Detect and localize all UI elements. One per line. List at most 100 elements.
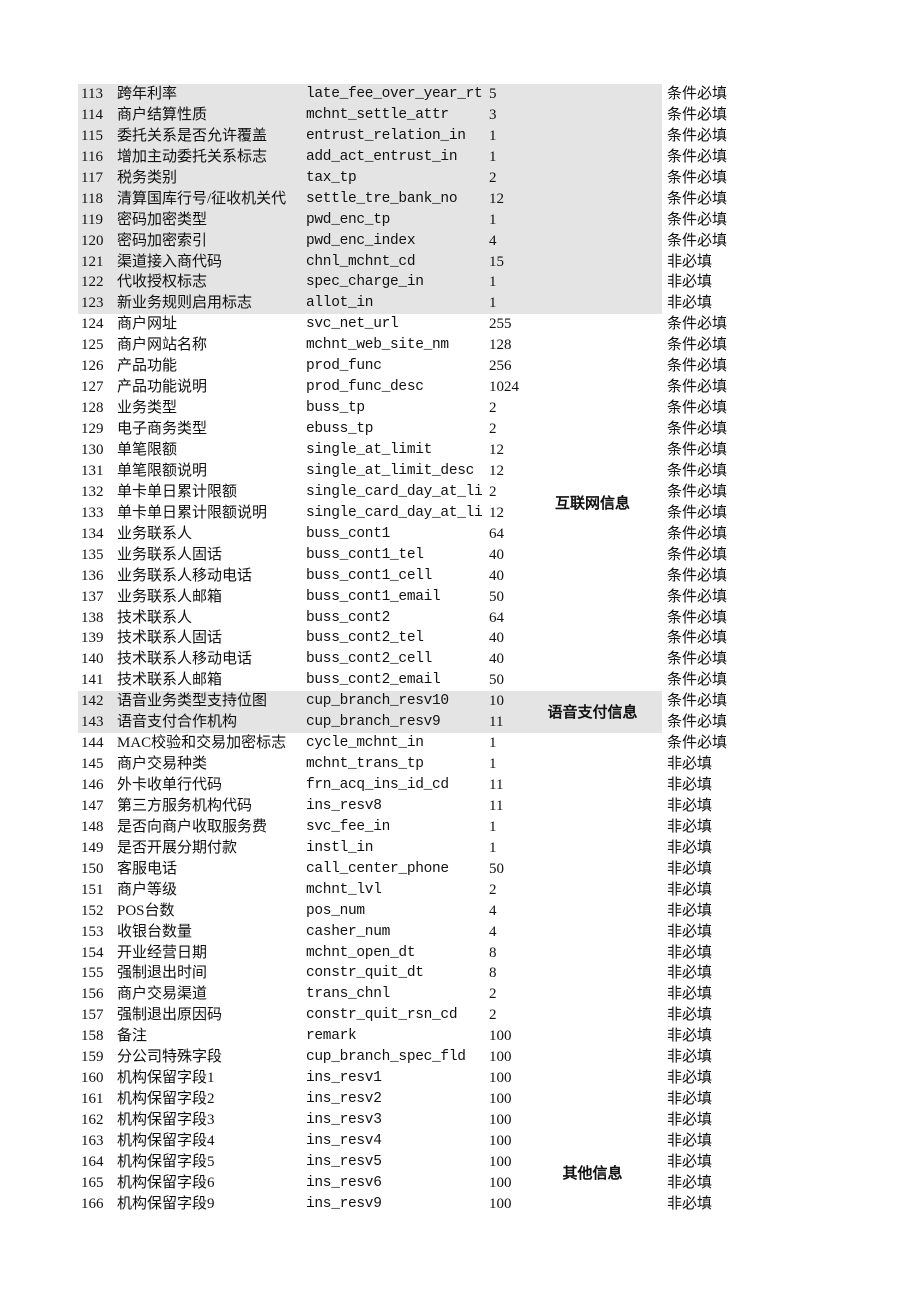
table-row: 152 POS台数 pos_num 4 非必填 [78,901,758,922]
field-code: single_card_day_at_li [306,504,483,521]
row-number: 120 [81,232,104,249]
table-row: 166 机构保留字段9 ins_resv9 100 非必填 [78,1194,758,1215]
row-number: 165 [81,1174,104,1191]
row-number: 138 [81,609,104,626]
required-status: 非必填 [667,253,713,270]
field-code: constr_quit_rsn_cd [306,1007,458,1024]
field-code: buss_cont1_cell [306,567,433,584]
table-row: 144 MAC校验和交易加密标志 cycle_mchnt_in 1 条件必填 [78,733,758,754]
row-number: 140 [81,651,104,668]
required-status: 条件必填 [667,441,728,458]
required-status: 条件必填 [667,588,728,605]
required-status: 非必填 [667,818,713,835]
field-length: 1 [489,818,497,835]
table-row: 123 新业务规则启用标志 allot_in 1 非必填 [78,293,758,314]
row-number: 148 [81,818,104,835]
row-number: 126 [81,358,104,375]
field-length: 256 [489,358,512,375]
field-length: 1 [489,148,497,165]
required-status: 条件必填 [667,316,728,333]
field-length: 4 [489,902,497,919]
field-length: 255 [489,316,512,333]
row-number: 115 [81,127,103,144]
field-code: buss_tp [306,400,365,417]
required-status: 条件必填 [667,127,728,144]
field-length: 64 [489,525,504,542]
row-number: 151 [81,881,104,898]
field-length: 4 [489,923,497,940]
required-status: 非必填 [667,274,713,291]
section-label-other: 其他信息 [562,1163,623,1182]
row-number: 129 [81,421,104,438]
required-status: 条件必填 [667,337,728,354]
field-code: mchnt_web_site_nm [306,337,449,354]
table-row: 162 机构保留字段3 ins_resv3 100 非必填 [78,1110,758,1131]
required-status: 条件必填 [667,421,728,438]
field-code: mchnt_settle_attr [306,106,449,123]
table-row: 117 税务类别 tax_tp 2 条件必填 [78,168,758,189]
row-number: 156 [81,986,104,1003]
field-length: 1 [489,274,497,291]
table-row: 120 密码加密索引 pwd_enc_index 4 条件必填 [78,231,758,252]
field-code: cycle_mchnt_in [306,735,424,752]
table-row: 149 是否开展分期付款 instl_in 1 非必填 [78,838,758,859]
row-number: 159 [81,1049,104,1066]
row-number: 149 [81,839,104,856]
field-length: 2 [489,400,497,417]
row-number: 155 [81,965,104,982]
table-row: 127 产品功能说明 prod_func_desc 1024 条件必填 [78,377,758,398]
row-number: 162 [81,1112,104,1129]
field-length: 2 [489,986,497,1003]
row-number: 121 [81,253,104,270]
field-code: casher_num [306,923,391,940]
row-number: 114 [81,106,103,123]
table-row: 118 清算国库行号/征收机关代 settle_tre_bank_no 12 条件必填 [78,189,758,210]
required-status: 非必填 [667,1070,713,1087]
row-number: 152 [81,902,104,919]
row-number: 147 [81,797,104,814]
field-code: buss_cont1_email [306,588,441,605]
required-status: 非必填 [667,1133,713,1149]
required-status: 非必填 [667,777,713,794]
required-status: 条件必填 [667,358,728,375]
field-code: ins_resv4 [306,1133,382,1149]
field-code: cup_branch_spec_fld [306,1049,466,1066]
field-code: entrust_relation_in [306,127,466,144]
field-code: mchnt_lvl [306,881,382,898]
field-length: 1 [489,127,497,144]
field-length: 1024 [489,379,519,396]
table-row: 154 开业经营日期 mchnt_open_dt 8 非必填 [78,943,758,964]
table-row: 125 商户网站名称 mchnt_web_site_nm 128 条件必填 [78,335,758,356]
field-code: single_at_limit_desc [306,462,475,479]
table-row: 129 电子商务类型 ebuss_tp 2 条件必填 [78,419,758,440]
required-status: 条件必填 [667,714,728,731]
field-code: ins_resv2 [306,1091,382,1108]
row-number: 137 [81,588,104,605]
field-code: single_card_day_at_li [306,483,483,500]
field-code: prod_func [306,358,382,375]
field-code: ins_resv1 [306,1070,382,1087]
table-row: 147 第三方服务机构代码 ins_resv8 11 非必填 [78,796,758,817]
row-number: 154 [81,944,104,961]
field-code: ins_resv3 [306,1112,382,1129]
required-status: 非必填 [667,1007,713,1024]
field-length: 100 [489,1195,512,1212]
field-code: cup_branch_resv9 [306,714,441,731]
table-row: 122 代收授权标志 spec_charge_in 1 非必填 [78,272,758,293]
field-code: ebuss_tp [306,421,374,438]
required-status: 非必填 [667,797,713,814]
row-number: 128 [81,400,104,417]
row-number: 160 [81,1070,104,1087]
table-row: 115 委托关系是否允许覆盖 entrust_relation_in 1 条件必填 [78,126,758,147]
required-status: 条件必填 [667,462,728,479]
table-row: 137 业务联系人邮箱 buss_cont1_email 50 条件必填 [78,587,758,608]
field-length: 15 [489,253,504,270]
table-row: 121 渠道接入商代码 chnl_mchnt_cd 15 非必填 [78,252,758,273]
field-code: cup_branch_resv10 [306,693,449,710]
row-number: 153 [81,923,104,940]
required-status: 条件必填 [667,169,728,186]
field-code: constr_quit_dt [306,965,424,982]
row-number: 161 [81,1091,104,1108]
field-length: 100 [489,1070,512,1087]
field-code: buss_cont2_email [306,672,441,689]
